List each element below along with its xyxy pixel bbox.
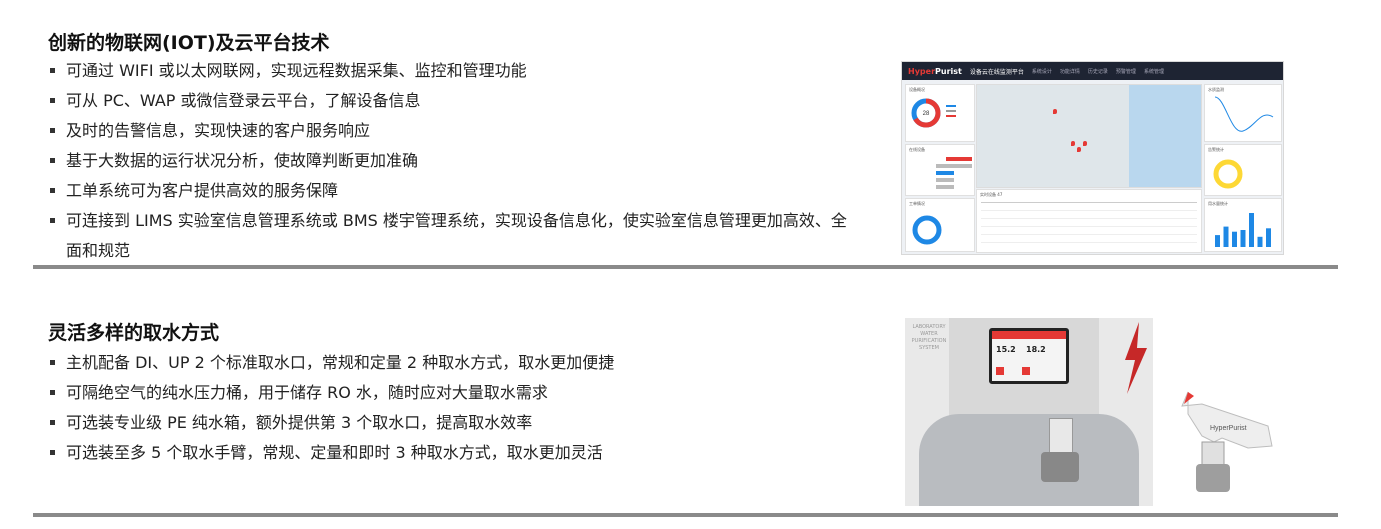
usage-bar [1266,228,1271,247]
usage-panel: 用水量统计 [1204,198,1282,252]
overview-donut: 28 [911,98,941,128]
overview-donut-value: 28 [923,111,930,117]
dispensing-feature-list: 主机配备 DI、UP 2 个标准取水口，常规和定量 2 种取水方式，取水更加便捷… [48,348,848,468]
list-item: 主机配备 DI、UP 2 个标准取水口，常规和定量 2 种取水方式，取水更加便捷 [48,348,848,378]
section-heading-water-dispensing: 灵活多样的取水方式 [48,322,220,344]
map-pin [1071,141,1075,146]
arm-brand-text: HyperPurist [1210,425,1247,432]
dispensing-arm-icon: HyperPurist [1181,391,1273,492]
online-devices-panel: 在线设备 [905,144,975,196]
map-pin [1053,109,1057,114]
product-side-text: LABORATORY WATER PURIFICATION SYSTEM [911,324,947,351]
screen-value-up: 18.2 [1026,345,1046,354]
list-item: 及时的告警信息，实现快速的客户服务响应 [48,116,848,146]
iot-feature-list: 可通过 WIFI 或以太网联网，实现远程数据采集、监控和管理功能 可从 PC、W… [48,56,848,266]
usage-bar [1240,230,1246,247]
dashboard-nav-item: 系统设计 [1031,68,1052,75]
screen-value-di: 15.2 [996,345,1016,354]
purifier-product-photo: LABORATORY WATER PURIFICATION SYSTEM 15.… [905,318,1153,506]
dashboard-logo: HyperPurist [908,66,962,76]
device-location-map [976,84,1202,188]
lightning-logo-icon [1125,322,1147,394]
dashboard-nav-item: 功能详情 [1059,68,1080,75]
purifier-cup [1041,452,1079,482]
purifier-touchscreen: 15.2 18.2 [989,328,1069,384]
dashboard-title: 设备云在线监测平台 [969,68,1024,76]
cloud-dashboard-screenshot: HyperPurist 设备云在线监测平台 系统设计 功能详情 历史记录 预警管… [901,61,1284,255]
water-quality-panel: 水质监测 [1204,84,1282,142]
list-item: 可从 PC、WAP 或微信登录云平台，了解设备信息 [48,86,848,116]
map-sea [1129,85,1201,187]
usage-bar [1257,236,1263,247]
list-item: 可通过 WIFI 或以太网联网，实现远程数据采集、监控和管理功能 [48,56,848,86]
list-item: 可隔绝空气的纯水压力桶，用于储存 RO 水，随时应对大量取水需求 [48,378,848,408]
list-item: 基于大数据的运行状况分析，使故障判断更加准确 [48,146,848,176]
water-quality-line-chart [1214,96,1274,132]
usage-bar [1249,213,1254,247]
map-pin [1083,141,1087,146]
dashboard-nav-item: 历史记录 [1087,68,1108,75]
usage-bar [1223,226,1229,247]
device-list-panel: 实时设备 47 [976,189,1202,253]
section-divider [33,513,1338,517]
list-item: 可连接到 LIMS 实验室信息管理系统或 BMS 楼宇管理系统，实现设备信息化，… [48,206,848,266]
dashboard-topbar: HyperPurist 设备云在线监测平台 系统设计 功能详情 历史记录 预警管… [902,62,1283,80]
usage-bar [1215,235,1220,247]
alarm-donut [1213,159,1243,189]
work-orders-donut [912,215,942,245]
dashboard-nav-item: 预警管理 [1115,68,1136,75]
section-heading-iot: 创新的物联网(IOT)及云平台技术 [48,32,330,54]
alarm-stats-panel: 告警统计 [1204,144,1282,196]
section-divider [33,265,1338,269]
list-item: 可选装至多 5 个取水手臂，常规、定量和即时 3 种取水方式，取水更加灵活 [48,438,848,468]
dashboard-nav-item: 系统管理 [1143,68,1164,75]
usage-bar-chart [1215,213,1271,247]
list-item: 工单系统可为客户提供高效的服务保障 [48,176,848,206]
work-orders-panel: 工单情况 [905,198,975,252]
usage-bar [1232,231,1237,247]
purifier-basin [919,414,1139,506]
device-overview-panel: 设备概况 28 [905,84,975,142]
map-pin [1077,147,1081,152]
list-item: 可选装专业级 PE 纯水箱，额外提供第 3 个取水口，提高取水效率 [48,408,848,438]
